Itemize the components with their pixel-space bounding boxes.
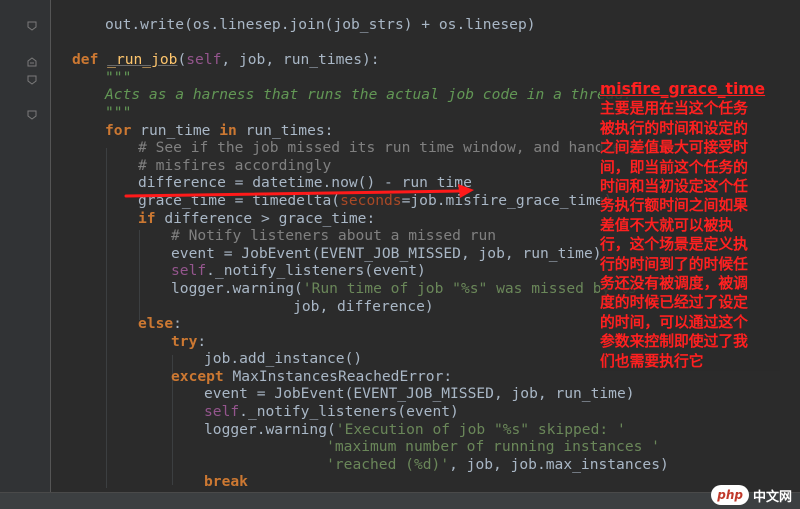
annotation-line: 务还没有被调度，被调 bbox=[600, 275, 748, 293]
annotation-line: 之间差值最大可接受时 bbox=[600, 139, 748, 157]
watermark-logo: php bbox=[711, 485, 749, 505]
annotation-title: misfire_grace_time bbox=[600, 80, 766, 98]
annotation-line: 们也需要执行它 bbox=[600, 352, 704, 370]
annotation-line: 差值不大就可以被执 bbox=[600, 216, 734, 234]
annotation-line: 参数来控制即使过了我 bbox=[600, 333, 748, 351]
annotation-line: 被执行的时间和设定的 bbox=[600, 119, 748, 137]
annotation-body: 主要是用在当这个任务 被执行的时间和设定的 之间差值最大可接受时 间，即当前这个任务的… bbox=[600, 99, 780, 371]
annotation-line: 务执行额时间之间如果 bbox=[600, 197, 748, 215]
watermark-text: 中文网 bbox=[752, 489, 792, 505]
watermark: php 中文网 bbox=[711, 485, 792, 505]
editor-status-strip bbox=[0, 492, 800, 509]
annotation-line: 间，即当前这个任务的 bbox=[600, 158, 748, 176]
annotation-line: 度的时候已经过了设定 bbox=[600, 294, 748, 312]
annotation-line: 主要是用在当这个任务 bbox=[600, 100, 748, 118]
annotation-line: 行的时间到了的时候任 bbox=[600, 255, 748, 273]
annotation-line: 时间和当初设定这个任 bbox=[600, 178, 748, 196]
annotation-line: 行，这个场景是定义执 bbox=[600, 236, 748, 254]
annotation-note: misfire_grace_time 主要是用在当这个任务 被执行的时间和设定的之… bbox=[600, 80, 780, 372]
annotation-line: 的时间，可以通过这个 bbox=[600, 313, 748, 331]
